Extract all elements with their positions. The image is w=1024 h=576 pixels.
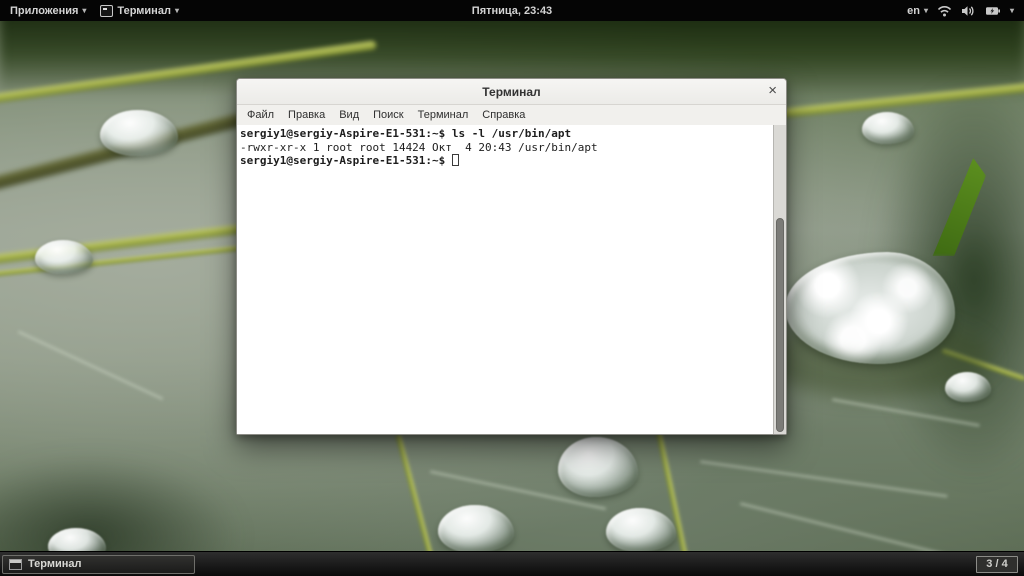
applications-menu-label: Приложения bbox=[10, 5, 78, 17]
scrollbar-track[interactable] bbox=[773, 125, 786, 434]
focused-app-label: Терминал bbox=[117, 5, 171, 17]
menu-bar: Файл Правка Вид Поиск Терминал Справка bbox=[237, 105, 786, 126]
menu-edit[interactable]: Правка bbox=[281, 105, 332, 125]
terminal-line-output: -rwxr-xr-x 1 root root 14424 Окт 4 20:43… bbox=[240, 141, 771, 155]
battery-charging-icon bbox=[985, 5, 1001, 17]
top-bar-left: Приложения ▾ Терминал ▾ bbox=[0, 5, 179, 17]
menu-view[interactable]: Вид bbox=[332, 105, 366, 125]
menu-help[interactable]: Справка bbox=[475, 105, 532, 125]
terminal-app-icon bbox=[100, 5, 113, 17]
terminal-viewport[interactable]: sergiy1@sergiy-Aspire-E1-531:~$ ls -l /u… bbox=[237, 125, 786, 434]
terminal-window: Терминал × Файл Правка Вид Поиск Термина… bbox=[236, 78, 787, 435]
terminal-cursor bbox=[452, 154, 459, 166]
bottom-taskbar: Терминал 3 / 4 bbox=[0, 551, 1024, 576]
terminal-line-prompt: sergiy1@sergiy-Aspire-E1-531:~$ bbox=[240, 154, 771, 168]
workspace-indicator-label: 3 / 4 bbox=[986, 558, 1007, 570]
menu-file[interactable]: Файл bbox=[240, 105, 281, 125]
close-button[interactable]: × bbox=[768, 79, 777, 104]
top-bar: Приложения ▾ Терминал ▾ Пятница, 23:43 e… bbox=[0, 0, 1024, 21]
scrollbar-thumb[interactable] bbox=[776, 218, 784, 432]
volume-icon bbox=[961, 5, 976, 17]
applications-menu-button[interactable]: Приложения ▾ bbox=[10, 5, 86, 17]
water-droplet bbox=[862, 112, 914, 144]
terminal-text: sergiy1@sergiy-Aspire-E1-531:~$ ls -l /u… bbox=[237, 125, 773, 434]
clock-label: Пятница, 23:43 bbox=[472, 5, 552, 17]
system-menu-chevron-icon: ▾ bbox=[1010, 7, 1014, 15]
chevron-down-icon: ▾ bbox=[82, 7, 86, 15]
window-title: Терминал bbox=[482, 85, 540, 99]
focused-app-menu-button[interactable]: Терминал ▾ bbox=[100, 5, 179, 17]
chevron-down-icon: ▾ bbox=[175, 7, 179, 15]
menu-terminal[interactable]: Терминал bbox=[411, 105, 476, 125]
system-status-area[interactable]: en ▾ ▾ bbox=[907, 5, 1024, 17]
terminal-line-prompt-command: sergiy1@sergiy-Aspire-E1-531:~$ ls -l /u… bbox=[240, 127, 771, 141]
window-list-label: Терминал bbox=[28, 558, 82, 570]
workspace-indicator[interactable]: 3 / 4 bbox=[976, 556, 1018, 573]
water-droplet bbox=[945, 372, 991, 402]
wifi-icon bbox=[937, 5, 952, 17]
menu-search[interactable]: Поиск bbox=[366, 105, 410, 125]
chevron-down-icon: ▾ bbox=[924, 7, 928, 15]
terminal-task-icon bbox=[9, 559, 22, 570]
keyboard-layout-label: en bbox=[907, 5, 920, 17]
window-list-button-terminal[interactable]: Терминал bbox=[2, 555, 195, 574]
keyboard-layout-indicator[interactable]: en ▾ bbox=[907, 5, 928, 17]
water-droplet bbox=[35, 240, 93, 274]
window-titlebar[interactable]: Терминал × bbox=[237, 79, 786, 105]
terminal-prompt: sergiy1@sergiy-Aspire-E1-531:~$ bbox=[240, 154, 452, 167]
